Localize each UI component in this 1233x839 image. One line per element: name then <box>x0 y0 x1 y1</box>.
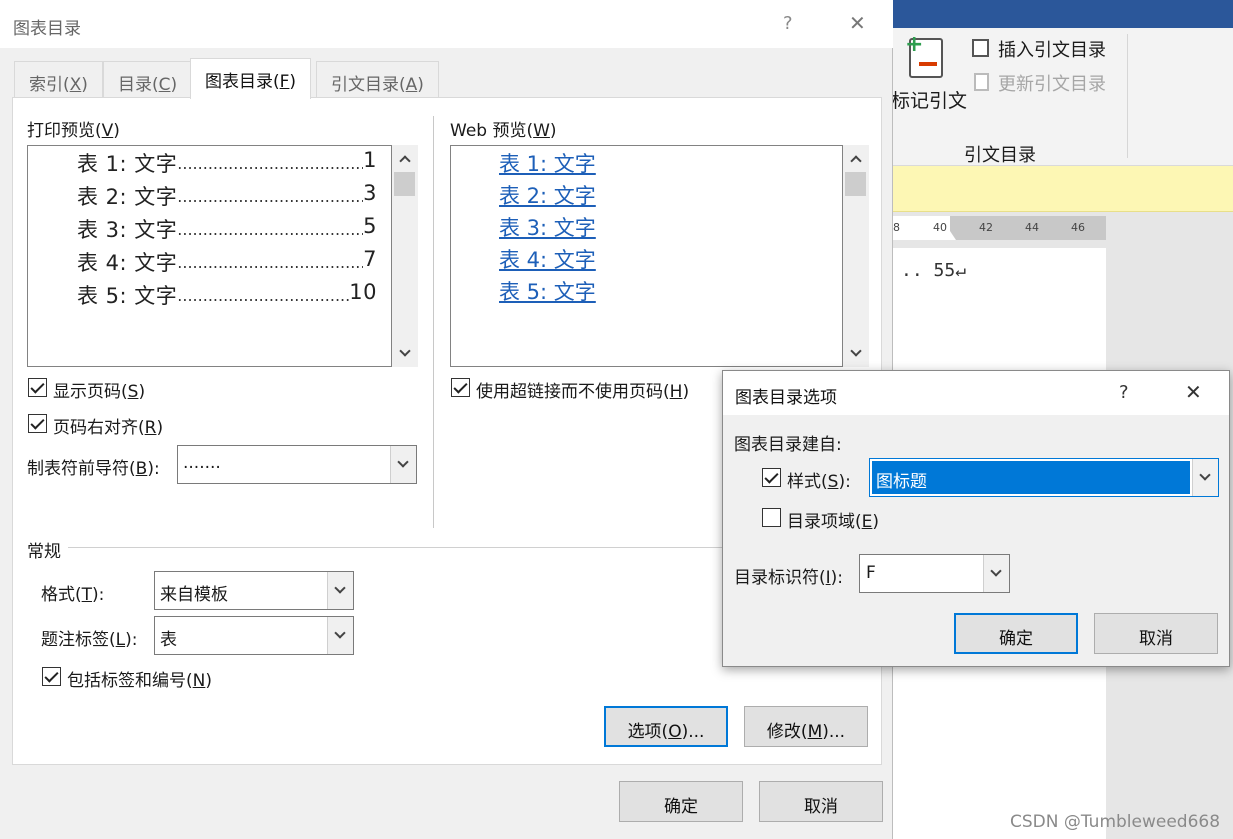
scroll-thumb[interactable] <box>394 172 415 196</box>
ruler-label: 44 <box>1025 221 1039 234</box>
include-label-checkbox[interactable] <box>42 667 61 686</box>
web-preview-label: Web 预览(W) <box>450 121 557 141</box>
format-label: 格式(T): <box>41 585 105 605</box>
format-select[interactable]: 来自模板 <box>154 571 354 610</box>
horizontal-ruler[interactable]: 8 40 42 44 46 <box>893 216 1106 240</box>
general-group-label: 常规 <box>27 542 61 562</box>
insert-toa-icon <box>972 39 989 57</box>
print-preview-row: 表 4: 文字.................................… <box>77 247 377 275</box>
show-page-numbers-checkbox[interactable] <box>28 378 47 397</box>
print-preview-row: 表 1: 文字.................................… <box>77 148 377 176</box>
right-align-label: 页码右对齐(R) <box>53 418 164 438</box>
word-title-bar <box>893 0 1233 28</box>
help-button[interactable]: ? <box>783 13 793 34</box>
update-toa-label: 更新引文目录 <box>998 74 1106 95</box>
dialog-title: 图表目录 <box>13 19 81 39</box>
toc-options-dialog: 图表目录选项 ? ✕ 图表目录建自: 样式(S): 图标题 目录项域(E) 目录… <box>722 370 1230 667</box>
ribbon-group-divider <box>1127 34 1128 158</box>
chevron-down-icon <box>990 565 1002 577</box>
chevron-down-icon <box>334 582 346 594</box>
doc-text: .. 55↵ <box>901 260 967 281</box>
cancel-button[interactable]: 取消 <box>759 781 883 822</box>
caption-label-select[interactable]: 表 <box>154 616 354 655</box>
mark-citation-icon: + <box>905 34 943 78</box>
tab-leader-value: ....... <box>183 453 221 473</box>
watermark: CSDN @Tumbleweed668 <box>1010 812 1221 832</box>
style-select[interactable]: 图标题 <box>869 458 1219 497</box>
right-align-checkbox[interactable] <box>28 414 47 433</box>
insert-toa-button[interactable]: 插入引文目录 <box>972 36 1122 62</box>
update-toa-button[interactable]: 更新引文目录 <box>972 70 1122 96</box>
mark-citation-label: 标记引文 <box>891 90 968 112</box>
ruler-label: 42 <box>979 221 993 234</box>
chevron-down-icon <box>1199 469 1211 481</box>
scroll-thumb[interactable] <box>845 172 866 196</box>
print-preview-row: 表 3: 文字.................................… <box>77 214 377 242</box>
ruler-indent-marker[interactable] <box>944 231 956 240</box>
print-preview-label: 打印预览(V) <box>27 121 120 141</box>
style-label: 样式(S): <box>787 472 851 492</box>
chevron-down-icon <box>334 627 346 639</box>
web-preview-link[interactable]: 表 3: 文字 <box>499 212 596 242</box>
caption-label: 题注标签(L): <box>41 630 138 650</box>
options-button[interactable]: 选项(O)... <box>604 706 728 747</box>
toc-fields-label: 目录项域(E) <box>787 512 880 532</box>
tab-leader-label: 制表符前导符(B): <box>27 459 160 479</box>
tab-table-of-authorities[interactable]: 引文目录(A) <box>316 61 439 98</box>
close-icon[interactable]: ✕ <box>849 11 866 35</box>
show-page-numbers-label: 显示页码(S) <box>53 382 146 402</box>
print-preview-row: 表 5: 文字.................................… <box>77 280 377 308</box>
scroll-up-icon[interactable] <box>399 155 411 167</box>
web-preview-link[interactable]: 表 2: 文字 <box>499 180 596 210</box>
web-preview-link[interactable]: 表 4: 文字 <box>499 244 596 274</box>
ribbon-group-label: 引文目录 <box>964 145 1036 166</box>
identifier-select[interactable]: F <box>859 554 1010 593</box>
scroll-down-icon[interactable] <box>399 345 411 357</box>
ok-button[interactable]: 确定 <box>619 781 743 822</box>
close-icon[interactable]: ✕ <box>1185 380 1202 404</box>
identifier-value: F <box>866 563 876 583</box>
print-preview-scrollbar[interactable] <box>392 145 418 367</box>
tab-leader-select[interactable]: ....... <box>177 445 417 484</box>
caption-value: 表 <box>160 630 177 650</box>
vertical-divider <box>433 116 434 528</box>
mark-citation-button[interactable]: + 标记引文 <box>891 32 967 118</box>
tab-index[interactable]: 索引(X) <box>14 61 103 98</box>
modify-button[interactable]: 修改(M)... <box>744 706 868 747</box>
use-hyperlinks-label: 使用超链接而不使用页码(H) <box>476 382 690 402</box>
help-button[interactable]: ? <box>1119 382 1129 403</box>
build-from-label: 图表目录建自: <box>734 435 842 455</box>
style-checkbox[interactable] <box>762 468 781 487</box>
use-hyperlinks-checkbox[interactable] <box>451 378 470 397</box>
web-preview-link[interactable]: 表 1: 文字 <box>499 148 596 178</box>
format-value: 来自模板 <box>160 585 228 605</box>
tab-table-of-figures[interactable]: 图表目录(F) <box>190 58 312 99</box>
options-title: 图表目录选项 <box>735 388 837 408</box>
ruler-label: 46 <box>1071 221 1085 234</box>
message-bar <box>893 166 1233 212</box>
web-preview-scrollbar[interactable] <box>843 145 869 367</box>
identifier-label: 目录标识符(I): <box>734 568 844 588</box>
ruler-label: 8 <box>893 221 900 234</box>
tab-toc[interactable]: 目录(C) <box>103 61 193 98</box>
insert-toa-label: 插入引文目录 <box>998 40 1106 61</box>
style-selected-value: 图标题 <box>872 461 1190 494</box>
options-cancel-button[interactable]: 取消 <box>1094 613 1218 654</box>
toc-fields-checkbox[interactable] <box>762 508 781 527</box>
web-preview-link[interactable]: 表 5: 文字 <box>499 276 596 306</box>
scroll-down-icon[interactable] <box>850 345 862 357</box>
chevron-down-icon <box>397 456 409 468</box>
update-toa-icon <box>974 73 989 91</box>
scroll-up-icon[interactable] <box>850 155 862 167</box>
dialog-title-bar: 图表目录 ? ✕ <box>0 0 893 48</box>
options-title-bar: 图表目录选项 ? ✕ <box>723 371 1229 415</box>
general-group-line <box>68 547 723 548</box>
include-label-text: 包括标签和编号(N) <box>67 671 212 691</box>
print-preview-row: 表 2: 文字.................................… <box>77 181 377 209</box>
options-ok-button[interactable]: 确定 <box>954 613 1078 654</box>
